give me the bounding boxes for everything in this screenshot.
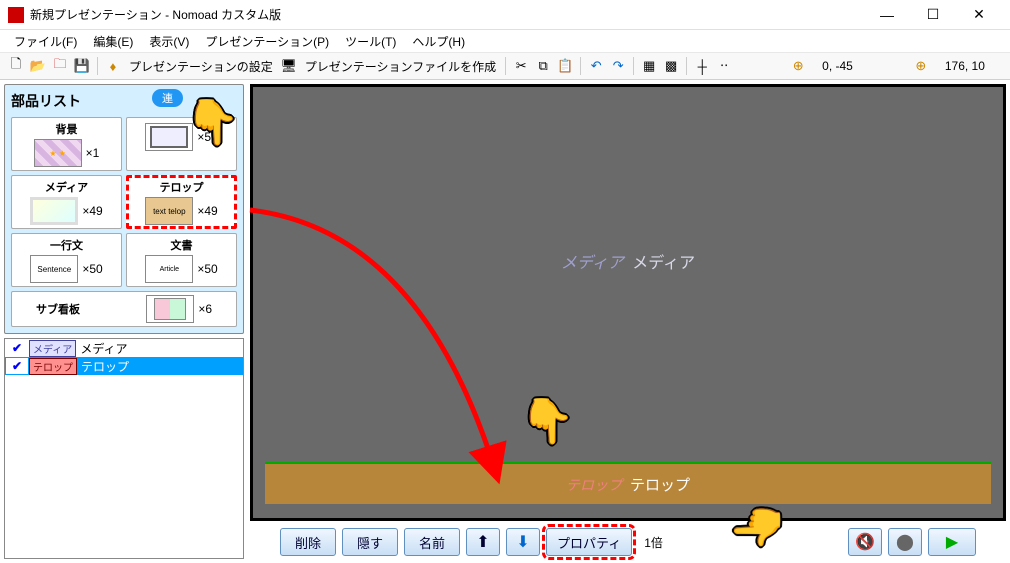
- target2-icon[interactable]: ⊕: [911, 56, 931, 76]
- part-thumb-icon: Article: [145, 255, 193, 283]
- delete-button[interactable]: 削除: [280, 528, 336, 556]
- hide-button[interactable]: 隠す: [342, 528, 398, 556]
- zoom-label: 1倍: [644, 534, 663, 551]
- layer-visible-check[interactable]: ✔: [6, 358, 28, 374]
- parts-panel: 部品リスト 連 背景 ×1 ×50 メディア ×49 テロップ text telop ×49 一…: [4, 84, 244, 334]
- property-button[interactable]: プロパティ: [546, 528, 632, 556]
- part-count: ×49: [197, 204, 217, 218]
- play-button[interactable]: ▶: [928, 528, 976, 556]
- part-slot-一行文[interactable]: 一行文 Sentence ×50: [11, 233, 122, 287]
- part-thumb-icon: [34, 139, 82, 167]
- separator: [686, 57, 687, 75]
- align-icon[interactable]: ‧‧: [714, 56, 734, 76]
- layer-tag: メディア: [29, 340, 76, 357]
- stop-icon[interactable]: ⬤: [888, 528, 922, 556]
- layer-row[interactable]: ✔テロップテロップ: [5, 357, 243, 375]
- layer-name: テロップ: [81, 358, 129, 375]
- grid-dense-icon[interactable]: ▩: [661, 56, 681, 76]
- bottom-toolbar: 削除 隠す 名前 ⬆ ⬇ プロパティ 1倍 🔇 ⬤ ▶: [250, 525, 1006, 559]
- part-count: ×50: [82, 262, 102, 276]
- name-button[interactable]: 名前: [404, 528, 460, 556]
- part-count: ×6: [198, 302, 212, 316]
- separator: [633, 57, 634, 75]
- parts-title: 部品リスト: [11, 91, 237, 111]
- monitor-icon[interactable]: 🖥: [279, 56, 299, 76]
- part-label: 文書: [130, 237, 233, 253]
- part-count: ×50: [197, 262, 217, 276]
- paste-icon[interactable]: 📋: [555, 56, 575, 76]
- menu-view[interactable]: 表示(V): [141, 31, 197, 52]
- part-slot-メディア[interactable]: メディア ×49: [11, 175, 122, 229]
- menu-presentation[interactable]: プレゼンテーション(P): [197, 31, 337, 52]
- wizard-icon[interactable]: ♦: [103, 56, 123, 76]
- save-icon[interactable]: 💾: [72, 56, 92, 76]
- close-file-icon[interactable]: 🗀: [50, 56, 70, 76]
- toolbar: 🗋 📂 🗀 💾 ♦ プレゼンテーションの設定 🖥 プレゼンテーションファイルを作…: [0, 52, 1010, 80]
- cut-icon[interactable]: ✂: [511, 56, 531, 76]
- copy-icon[interactable]: ⧉: [533, 56, 553, 76]
- part-slot-sub[interactable]: サブ看板 ×6: [11, 291, 237, 327]
- mute-icon[interactable]: 🔇: [848, 528, 882, 556]
- part-count: ×50: [197, 130, 217, 144]
- part-slot-背景[interactable]: 背景 ×1: [11, 117, 122, 171]
- create-presentation-file-button[interactable]: プレゼンテーションファイルを作成: [301, 58, 500, 75]
- coord-1: 0, -45: [818, 59, 857, 73]
- app-icon: [8, 7, 24, 23]
- separator: [97, 57, 98, 75]
- grid-icon[interactable]: ▦: [639, 56, 659, 76]
- presentation-settings-button[interactable]: プレゼンテーションの設定: [125, 58, 277, 75]
- canvas-telop-bar[interactable]: テロップ テロップ: [265, 462, 991, 504]
- layer-list[interactable]: ✔メディアメディア✔テロップテロップ: [4, 338, 244, 559]
- layer-tag: テロップ: [29, 358, 77, 375]
- menu-file[interactable]: ファイル(F): [6, 31, 85, 52]
- part-count: ×49: [82, 204, 102, 218]
- menu-edit[interactable]: 編集(E): [85, 31, 141, 52]
- part-thumb-icon: [145, 123, 193, 151]
- menu-help[interactable]: ヘルプ(H): [404, 31, 473, 52]
- redo-icon[interactable]: ↷: [608, 56, 628, 76]
- target1-icon[interactable]: ⊕: [788, 56, 808, 76]
- separator: [505, 57, 506, 75]
- part-count: ×1: [86, 146, 100, 160]
- parts-toggle[interactable]: 連: [152, 89, 183, 107]
- part-label: 一行文: [15, 237, 118, 253]
- coord-2: 176, 10: [941, 59, 989, 73]
- part-label: メディア: [15, 179, 118, 195]
- part-slot-1[interactable]: ×50: [126, 117, 237, 171]
- move-down-button[interactable]: ⬇: [506, 528, 540, 556]
- part-thumb-icon: text telop: [145, 197, 193, 225]
- separator: [580, 57, 581, 75]
- crosshair-icon[interactable]: ┼: [692, 56, 712, 76]
- menubar: ファイル(F) 編集(E) 表示(V) プレゼンテーション(P) ツール(T) …: [0, 30, 1010, 52]
- part-slot-テロップ[interactable]: テロップ text telop ×49: [126, 175, 237, 229]
- undo-icon[interactable]: ↶: [586, 56, 606, 76]
- part-thumb-icon: [30, 197, 78, 225]
- canvas[interactable]: メディア メディア テロップ テロップ: [250, 84, 1006, 521]
- layer-visible-check[interactable]: ✔: [5, 341, 29, 355]
- part-thumb-icon: Sentence: [30, 255, 78, 283]
- part-thumb-icon: [146, 295, 194, 323]
- minimize-button[interactable]: —: [864, 1, 910, 29]
- open-icon[interactable]: 📂: [28, 56, 48, 76]
- move-up-button[interactable]: ⬆: [466, 528, 500, 556]
- menu-tool[interactable]: ツール(T): [337, 31, 404, 52]
- part-label: 背景: [15, 121, 118, 137]
- titlebar: 新規プレゼンテーション - Nomoad カスタム版 — ☐ ✕: [0, 0, 1010, 30]
- maximize-button[interactable]: ☐: [910, 1, 956, 29]
- window-title: 新規プレゼンテーション - Nomoad カスタム版: [30, 6, 864, 23]
- part-slot-文書[interactable]: 文書 Article ×50: [126, 233, 237, 287]
- part-label: サブ看板: [36, 301, 80, 317]
- part-label: テロップ: [130, 179, 233, 195]
- close-button[interactable]: ✕: [956, 1, 1002, 29]
- canvas-media-placeholder[interactable]: メディア メディア: [561, 249, 695, 273]
- new-icon[interactable]: 🗋: [6, 56, 26, 76]
- layer-name: メディア: [80, 340, 127, 357]
- layer-row[interactable]: ✔メディアメディア: [5, 339, 243, 357]
